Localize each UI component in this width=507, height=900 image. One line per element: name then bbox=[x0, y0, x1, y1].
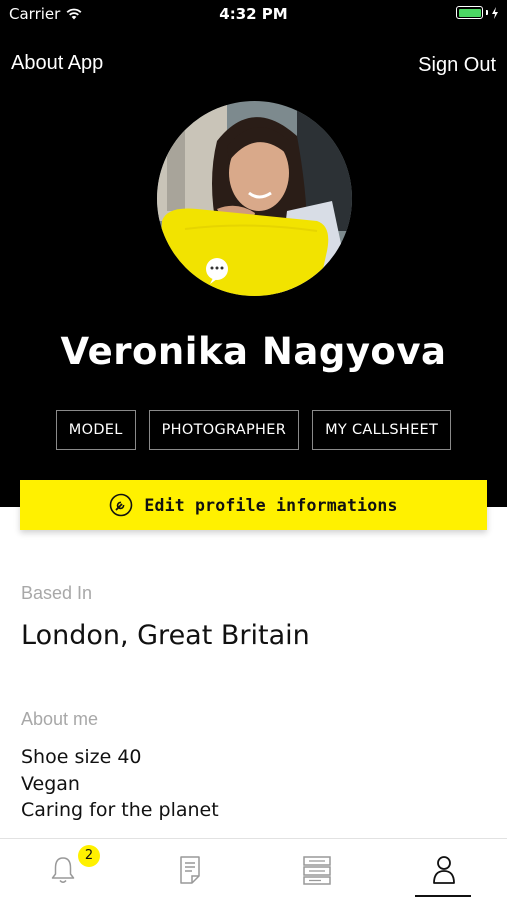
status-time: 4:32 PM bbox=[219, 5, 288, 23]
about-line: Shoe size 40 bbox=[21, 746, 142, 768]
tab-bar: 2 bbox=[0, 838, 507, 900]
avatar-photo bbox=[157, 101, 352, 296]
about-me-label: About me bbox=[21, 709, 99, 729]
about-line: Vegan bbox=[21, 772, 80, 795]
based-in-label: Based In bbox=[21, 583, 93, 603]
tab-notifications[interactable]: 2 bbox=[0, 839, 127, 900]
edit-profile-label: Edit profile informations bbox=[144, 495, 398, 515]
status-bar: Carrier 4:32 PM bbox=[0, 0, 507, 28]
role-chips: MODEL PHOTOGRAPHER MY CALLSHEET bbox=[0, 410, 507, 450]
role-chip-photographer[interactable]: PHOTOGRAPHER bbox=[148, 410, 300, 450]
tab-callsheets[interactable] bbox=[254, 839, 381, 900]
role-chip-model[interactable]: MODEL bbox=[55, 410, 136, 450]
about-app-button[interactable]: About App bbox=[11, 52, 103, 75]
profile-header: Carrier 4:32 PM About App Sign Out Veron… bbox=[0, 0, 507, 507]
based-in-value: London, Great Britain bbox=[21, 620, 310, 651]
active-tab-indicator bbox=[415, 895, 471, 897]
bell-icon bbox=[52, 857, 75, 883]
tab-documents[interactable] bbox=[127, 839, 254, 900]
sign-out-button[interactable]: Sign Out bbox=[418, 54, 496, 77]
wrench-icon bbox=[110, 493, 133, 517]
about-me-text: Shoe size 40 Vegan Caring for the planet bbox=[21, 744, 219, 824]
about-line: Caring for the planet bbox=[21, 799, 219, 821]
edit-profile-button[interactable]: Edit profile informations bbox=[20, 480, 487, 530]
role-chip-my-callsheet[interactable]: MY CALLSHEET bbox=[312, 410, 452, 450]
document-icon bbox=[180, 856, 200, 884]
callsheet-icon bbox=[303, 856, 331, 885]
tab-profile[interactable] bbox=[380, 839, 507, 900]
profile-name: Veronika Nagyova bbox=[60, 330, 447, 373]
battery-icon bbox=[456, 6, 499, 19]
profile-icon bbox=[432, 856, 455, 884]
charging-bolt-icon bbox=[492, 6, 498, 19]
notification-badge: 2 bbox=[78, 845, 100, 867]
avatar[interactable] bbox=[157, 101, 352, 296]
